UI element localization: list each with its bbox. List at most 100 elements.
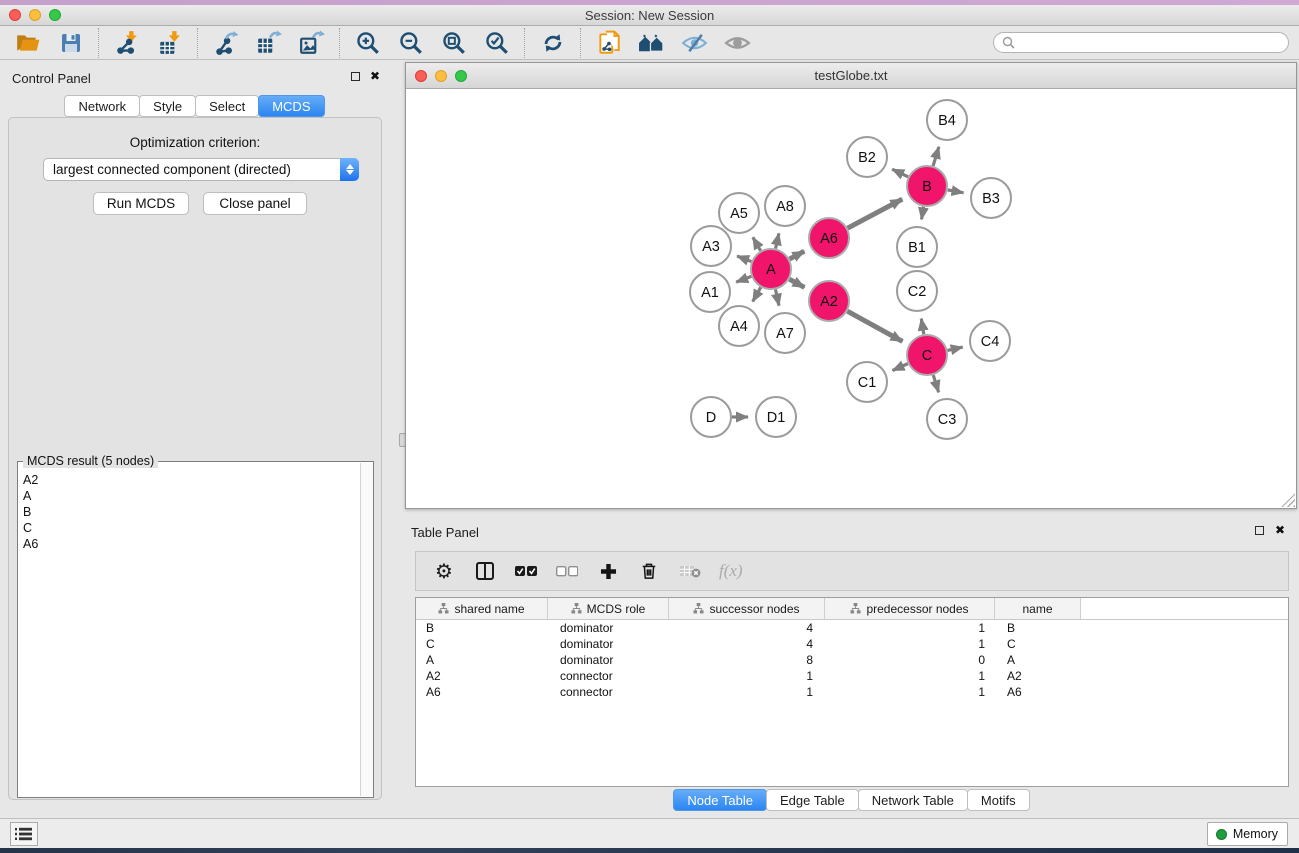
window-resize-grip[interactable] — [1281, 493, 1295, 507]
delete-column-button[interactable] — [637, 559, 661, 583]
session-title: Session: New Session — [0, 8, 1299, 23]
graph-edge[interactable] — [753, 237, 761, 250]
column-header-successor-nodes[interactable]: successor nodes — [669, 598, 825, 619]
zoom-selected-icon — [484, 30, 510, 56]
main-toolbar — [0, 26, 1299, 60]
graph-edge[interactable] — [893, 364, 908, 371]
tab-edge-table[interactable]: Edge Table — [766, 789, 859, 811]
graph-edge[interactable] — [933, 375, 938, 392]
graph-edge[interactable] — [847, 311, 902, 341]
graph-edge[interactable] — [736, 276, 751, 282]
status-bar: Memory — [0, 818, 1299, 848]
optimization-criterion-select[interactable]: largest connected component (directed) — [43, 158, 359, 181]
delete-table-button[interactable] — [678, 559, 702, 583]
deselect-all-button[interactable] — [555, 559, 579, 583]
tab-motifs[interactable]: Motifs — [967, 789, 1030, 811]
select-all-button[interactable] — [514, 559, 538, 583]
table-row[interactable]: A dominator 8 0 A — [416, 652, 1288, 668]
tab-mcds[interactable]: MCDS — [258, 95, 324, 117]
graph-edge[interactable] — [948, 190, 964, 193]
column-header-predecessor-nodes[interactable]: predecessor nodes — [825, 598, 995, 619]
graph-node-label: D — [706, 410, 716, 426]
list-item[interactable]: B — [23, 504, 359, 520]
column-header-shared-name[interactable]: shared name — [416, 598, 548, 619]
tab-style[interactable]: Style — [139, 95, 196, 117]
import-network-button[interactable] — [113, 29, 140, 56]
table-panel-title: Table Panel — [411, 525, 479, 540]
graph-edge[interactable] — [790, 251, 805, 259]
zoom-out-button[interactable] — [397, 29, 424, 56]
tab-network-table[interactable]: Network Table — [858, 789, 968, 811]
tab-node-table[interactable]: Node Table — [673, 789, 767, 811]
graph-edge[interactable] — [921, 319, 923, 335]
first-neighbors-icon — [638, 30, 665, 56]
table-row[interactable]: A6 connector 1 1 A6 — [416, 684, 1288, 700]
graph-edge[interactable] — [848, 199, 903, 228]
graph-node-label: A4 — [730, 319, 748, 335]
graph-edge[interactable] — [775, 290, 779, 306]
refresh-button[interactable] — [539, 29, 566, 56]
graph-edge[interactable] — [776, 233, 779, 248]
search-field[interactable] — [993, 32, 1289, 53]
graph-edge[interactable] — [933, 147, 939, 166]
main-titlebar: Session: New Session — [0, 5, 1299, 26]
gear-icon: ⚙ — [435, 561, 453, 581]
content-area: Control Panel ✖ Network Style Select MCD… — [0, 60, 1299, 818]
column-header-name[interactable]: name — [995, 598, 1081, 619]
graph-edge[interactable] — [922, 207, 924, 220]
graph-edge[interactable] — [737, 256, 751, 261]
list-item[interactable]: A6 — [23, 536, 359, 552]
list-item[interactable]: A — [23, 488, 359, 504]
import-table-button[interactable] — [156, 29, 183, 56]
uncheck-all-icon — [556, 565, 578, 577]
zoom-in-button[interactable] — [354, 29, 381, 56]
float-table-panel-icon[interactable] — [1255, 526, 1264, 535]
close-table-panel-icon[interactable]: ✖ — [1275, 526, 1285, 535]
graph-node-label: C4 — [981, 334, 1000, 350]
first-neighbors-button[interactable] — [638, 29, 665, 56]
zoom-fit-button[interactable] — [440, 29, 467, 56]
run-mcds-button[interactable]: Run MCDS — [93, 192, 189, 215]
table-settings-button[interactable]: ⚙ — [432, 559, 456, 583]
show-all-button[interactable] — [724, 29, 751, 56]
result-scrollbar[interactable] — [360, 463, 373, 796]
memory-button[interactable]: Memory — [1207, 822, 1288, 846]
mcds-result-list[interactable]: A2 A B C A6 — [18, 468, 359, 797]
graph-node-label: B3 — [982, 191, 1000, 207]
column-header-mcds-role[interactable]: MCDS role — [548, 598, 669, 619]
network-canvas[interactable]: B4B2BB3A8A5A6A3B1AA1C2A2A4A7C4CC1C3DD1 — [406, 89, 1296, 508]
network-view-window: testGlobe.txt B4B2BB3A8A5A6A3B1AA1C2A2A4… — [405, 62, 1297, 509]
graph-node-label: A6 — [820, 231, 838, 247]
zoom-selected-button[interactable] — [483, 29, 510, 56]
show-column-button[interactable] — [473, 559, 497, 583]
search-input[interactable] — [1019, 36, 1280, 50]
mcds-tab-content: Optimization criterion: largest connecte… — [8, 117, 382, 800]
export-table-button[interactable] — [255, 29, 282, 56]
eye-icon — [724, 30, 751, 56]
export-network-button[interactable] — [212, 29, 239, 56]
save-session-button[interactable] — [57, 29, 84, 56]
list-item[interactable]: A2 — [23, 472, 359, 488]
close-panel-button[interactable]: Close panel — [203, 192, 307, 215]
function-builder-button[interactable]: f(x) — [719, 559, 743, 583]
graph-edge[interactable] — [892, 169, 908, 177]
optimization-criterion-label: Optimization criterion: — [9, 135, 381, 150]
graph-edge[interactable] — [753, 287, 761, 301]
open-session-button[interactable] — [14, 29, 41, 56]
create-column-button[interactable] — [596, 559, 620, 583]
table-row[interactable]: B dominator 4 1 B — [416, 620, 1288, 636]
list-item[interactable]: C — [23, 520, 359, 536]
tab-network[interactable]: Network — [64, 95, 140, 117]
hide-selected-button[interactable] — [681, 29, 708, 56]
graph-edge[interactable] — [789, 279, 804, 287]
tab-select[interactable]: Select — [195, 95, 259, 117]
table-row[interactable]: C dominator 4 1 C — [416, 636, 1288, 652]
new-network-from-selection-button[interactable] — [595, 29, 622, 56]
table-row[interactable]: A2 connector 1 1 A2 — [416, 668, 1288, 684]
folder-open-icon — [15, 30, 41, 56]
close-panel-icon[interactable]: ✖ — [370, 72, 380, 81]
show-tasks-button[interactable] — [10, 822, 38, 846]
export-image-button[interactable] — [298, 29, 325, 56]
graph-edge[interactable] — [947, 347, 962, 350]
float-panel-icon[interactable] — [351, 72, 360, 81]
